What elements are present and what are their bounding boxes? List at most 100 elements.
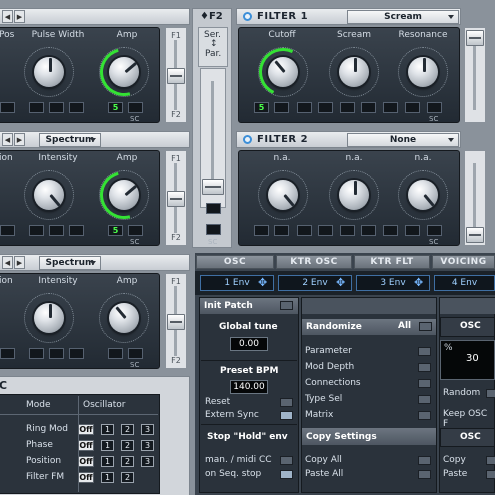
mod-slot[interactable] — [29, 225, 44, 236]
mod-slot[interactable] — [318, 225, 333, 236]
osc2-f1-f2-fader[interactable]: F1 F2 — [165, 150, 187, 246]
extern-sync-led[interactable] — [280, 411, 293, 420]
mod-slot[interactable] — [0, 225, 15, 236]
mod-slot[interactable] — [274, 225, 289, 236]
preset-bpm-value[interactable]: 140.00 — [230, 380, 268, 394]
osc2-intensity-knob[interactable] — [34, 180, 64, 210]
move-arrows-icon[interactable]: ✥ — [336, 277, 348, 289]
init-patch-bar[interactable]: Init Patch — [200, 298, 298, 314]
osc1-amp-mod-value[interactable]: 5 — [108, 102, 123, 113]
reset-led[interactable] — [280, 398, 293, 407]
osc3-amp-knob[interactable] — [109, 303, 139, 333]
filter1-fader[interactable] — [464, 27, 486, 123]
mod-slot[interactable] — [383, 102, 398, 113]
resonance-knob[interactable] — [408, 57, 438, 87]
prev-arrow-button[interactable]: ◀ — [2, 133, 13, 146]
random-led[interactable] — [486, 389, 495, 398]
phase-off-button[interactable]: Off — [78, 440, 94, 451]
phase-osc-2[interactable]: 2 — [121, 440, 134, 451]
osc2-amp-mod-value[interactable]: 5 — [108, 225, 123, 236]
init-patch-led[interactable] — [280, 301, 293, 310]
osc3-f1-f2-fader[interactable]: F1 F2 — [165, 273, 187, 369]
mod-slot[interactable] — [108, 348, 123, 359]
paste-all-led[interactable] — [418, 470, 431, 479]
filter1-type-dropdown[interactable]: Scream — [347, 10, 459, 24]
mod-slot[interactable] — [206, 203, 221, 214]
randomize-matrix-led[interactable] — [418, 411, 431, 420]
randomize-mod-depth-led[interactable] — [418, 363, 431, 372]
mod-slot[interactable] — [69, 225, 84, 236]
filter2-knob-1[interactable] — [268, 180, 298, 210]
global-tune-value[interactable]: 0.00 — [230, 337, 268, 351]
mod-slot[interactable] — [427, 102, 442, 113]
mod-slot[interactable] — [29, 102, 44, 113]
next-arrow-button[interactable]: ▶ — [14, 133, 25, 146]
prev-arrow-button[interactable]: ◀ — [2, 256, 13, 269]
env-2-slot[interactable]: 2 Env ✥ — [278, 275, 352, 291]
fader-handle[interactable] — [167, 68, 185, 84]
ring-mod-osc-2[interactable]: 2 — [121, 424, 134, 435]
mod-slot[interactable] — [361, 225, 376, 236]
mod-slot[interactable] — [340, 225, 355, 236]
mod-slot[interactable] — [128, 348, 143, 359]
osc-paste-led[interactable] — [486, 470, 495, 479]
mod-slot[interactable] — [427, 225, 442, 236]
fader-handle[interactable] — [466, 30, 484, 46]
position-off-button[interactable]: Off — [78, 456, 94, 467]
power-led-icon[interactable] — [243, 135, 252, 144]
osc-copy-led[interactable] — [486, 456, 495, 465]
randomize-parameter-led[interactable] — [418, 347, 431, 356]
fader-handle[interactable] — [167, 191, 185, 207]
fader-handle[interactable] — [167, 314, 185, 330]
mod-slot[interactable] — [0, 348, 15, 359]
mod-slot[interactable] — [340, 102, 355, 113]
tab-ktr-osc[interactable]: KTR OSC — [276, 255, 352, 269]
filter-fm-osc-2[interactable]: 2 — [121, 472, 134, 483]
next-arrow-button[interactable]: ▶ — [14, 10, 25, 23]
mod-slot[interactable] — [206, 224, 221, 235]
osc3-type-dropdown[interactable]: Spectrum — [39, 256, 101, 270]
filter-fm-off-button[interactable]: Off — [78, 472, 94, 483]
mod-slot[interactable] — [318, 102, 333, 113]
fader-handle[interactable] — [466, 227, 484, 243]
move-arrows-icon[interactable]: ✥ — [414, 277, 426, 289]
mod-slot[interactable] — [0, 102, 15, 113]
cutoff-mod-value[interactable]: 5 — [254, 102, 269, 113]
filter2-fader[interactable] — [464, 150, 486, 246]
copy-all-led[interactable] — [418, 456, 431, 465]
mod-slot[interactable] — [361, 102, 376, 113]
scream-knob[interactable] — [339, 57, 369, 87]
man-midi-cc-led[interactable] — [280, 456, 293, 465]
power-led-icon[interactable] — [243, 12, 252, 21]
on-seq-stop-led[interactable] — [280, 470, 293, 479]
mod-slot[interactable] — [405, 102, 420, 113]
ring-mod-osc-3[interactable]: 3 — [141, 424, 154, 435]
mod-slot[interactable] — [49, 348, 64, 359]
osc1-f1-f2-fader[interactable]: F1 F2 — [165, 27, 187, 123]
move-arrows-icon[interactable]: ✥ — [258, 277, 270, 289]
prev-arrow-button[interactable]: ◀ — [2, 10, 13, 23]
tab-osc[interactable]: OSC — [196, 255, 274, 269]
osc2-amp-knob[interactable] — [109, 180, 139, 210]
filter2-type-dropdown[interactable]: None — [347, 133, 459, 147]
mod-slot[interactable] — [405, 225, 420, 236]
mod-slot[interactable] — [128, 102, 143, 113]
position-osc-3[interactable]: 3 — [141, 456, 154, 467]
randomize-type-sel-led[interactable] — [418, 395, 431, 404]
mod-slot[interactable] — [128, 225, 143, 236]
osc2-type-dropdown[interactable]: Spectrum — [39, 133, 101, 147]
fader-handle[interactable] — [202, 179, 224, 195]
osc3-intensity-knob[interactable] — [34, 303, 64, 333]
randomize-connections-led[interactable] — [418, 379, 431, 388]
phase-osc-1[interactable]: 1 — [101, 440, 114, 451]
routing-fader[interactable] — [200, 68, 226, 208]
tab-ktr-flt[interactable]: KTR FLT — [354, 255, 430, 269]
mod-slot[interactable] — [29, 348, 44, 359]
env-1-slot[interactable]: 1 Env ✥ — [200, 275, 274, 291]
mod-slot[interactable] — [49, 102, 64, 113]
ring-mod-off-button[interactable]: Off — [78, 424, 94, 435]
filter2-knob-2[interactable] — [339, 180, 369, 210]
filter-fm-osc-1[interactable]: 1 — [101, 472, 114, 483]
randomize-all-led[interactable] — [419, 322, 432, 331]
position-osc-1[interactable]: 1 — [101, 456, 114, 467]
